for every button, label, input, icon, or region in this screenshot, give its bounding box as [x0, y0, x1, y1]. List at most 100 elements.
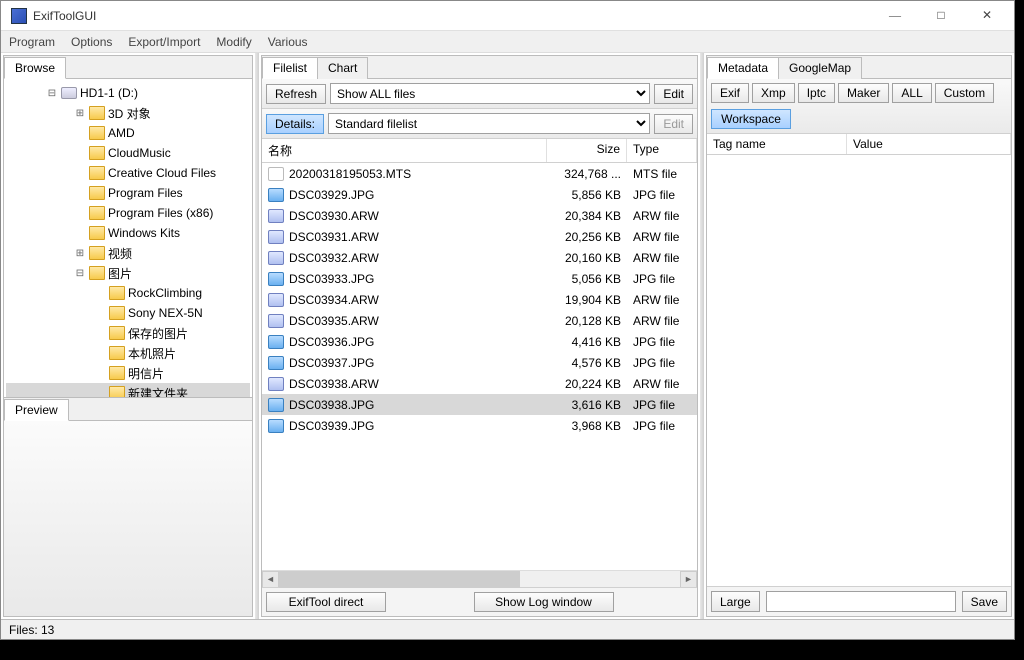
scroll-thumb[interactable] — [279, 571, 520, 588]
file-row[interactable]: DSC03938.JPG3,616 KBJPG file — [262, 394, 697, 415]
file-name: DSC03929.JPG — [287, 188, 547, 202]
minimize-button[interactable]: — — [872, 1, 918, 31]
file-type: ARW file — [627, 293, 697, 307]
tree-item[interactable]: Program Files — [6, 183, 250, 203]
scroll-left-icon[interactable]: ◄ — [262, 571, 279, 588]
file-row[interactable]: DSC03938.ARW20,224 KBARW file — [262, 373, 697, 394]
filelist-panel: Filelist Chart Refresh Show ALL files Ed… — [261, 55, 698, 617]
menu-options[interactable]: Options — [71, 35, 112, 49]
menu-export-import[interactable]: Export/Import — [128, 35, 200, 49]
file-name: DSC03937.JPG — [287, 356, 547, 370]
jpg-file-icon — [268, 398, 284, 412]
file-list[interactable]: 20200318195053.MTS324,768 ...MTS fileDSC… — [262, 163, 697, 570]
file-name: DSC03935.ARW — [287, 314, 547, 328]
xmp-button[interactable]: Xmp — [752, 83, 795, 103]
window-title: ExifToolGUI — [33, 9, 872, 23]
tree-item[interactable]: CloudMusic — [6, 143, 250, 163]
folder-icon — [109, 306, 125, 320]
tree-item[interactable]: ⊟HD1-1 (D:) — [6, 83, 250, 103]
tree-item[interactable]: Program Files (x86) — [6, 203, 250, 223]
refresh-button[interactable]: Refresh — [266, 84, 326, 104]
large-button[interactable]: Large — [711, 591, 760, 612]
metadata-header: Tag name Value — [707, 134, 1011, 155]
col-header-type[interactable]: Type — [627, 139, 697, 162]
edit-filter-button[interactable]: Edit — [654, 84, 693, 104]
folder-icon — [89, 186, 105, 200]
folder-tree[interactable]: ⊟HD1-1 (D:)⊞3D 对象AMDCloudMusicCreative C… — [4, 79, 252, 397]
splitter-right[interactable] — [700, 53, 704, 619]
columns-select[interactable]: Standard filelist — [328, 113, 650, 134]
file-name: DSC03936.JPG — [287, 335, 547, 349]
metadata-list[interactable] — [707, 155, 1011, 586]
menu-program[interactable]: Program — [9, 35, 55, 49]
tab-browse[interactable]: Browse — [4, 57, 66, 79]
col-header-name[interactable]: 名称 — [262, 139, 547, 162]
file-row[interactable]: DSC03931.ARW20,256 KBARW file — [262, 226, 697, 247]
exif-button[interactable]: Exif — [711, 83, 749, 103]
maker-button[interactable]: Maker — [838, 83, 889, 103]
mts-file-icon — [268, 167, 284, 181]
save-button[interactable]: Save — [962, 591, 1007, 612]
folder-icon — [89, 206, 105, 220]
file-row[interactable]: DSC03935.ARW20,128 KBARW file — [262, 310, 697, 331]
tree-item[interactable]: Creative Cloud Files — [6, 163, 250, 183]
drive-icon — [61, 87, 77, 99]
expand-icon[interactable]: ⊟ — [74, 268, 86, 279]
close-button[interactable]: ✕ — [964, 1, 1010, 31]
tree-item[interactable]: Sony NEX-5N — [6, 303, 250, 323]
tab-metadata[interactable]: Metadata — [707, 57, 779, 79]
col-header-tagname[interactable]: Tag name — [707, 134, 847, 154]
file-row[interactable]: DSC03934.ARW19,904 KBARW file — [262, 289, 697, 310]
menubar: Program Options Export/Import Modify Var… — [1, 31, 1014, 53]
scroll-right-icon[interactable]: ► — [680, 571, 697, 588]
maximize-button[interactable]: □ — [918, 1, 964, 31]
file-row[interactable]: DSC03936.JPG4,416 KBJPG file — [262, 331, 697, 352]
custom-button[interactable]: Custom — [935, 83, 994, 103]
tree-item[interactable]: 明信片 — [6, 363, 250, 383]
tab-chart[interactable]: Chart — [317, 57, 368, 79]
horizontal-scrollbar[interactable]: ◄ ► — [262, 570, 697, 587]
tree-item[interactable]: RockClimbing — [6, 283, 250, 303]
arw-file-icon — [268, 230, 284, 244]
file-row[interactable]: DSC03939.JPG3,968 KBJPG file — [262, 415, 697, 436]
all-button[interactable]: ALL — [892, 83, 931, 103]
menu-various[interactable]: Various — [268, 35, 308, 49]
file-row[interactable]: DSC03933.JPG5,056 KBJPG file — [262, 268, 697, 289]
tree-item[interactable]: 新建文件夹 — [6, 383, 250, 397]
browse-panel: Browse ⊟HD1-1 (D:)⊞3D 对象AMDCloudMusicCre… — [3, 55, 253, 617]
tab-preview[interactable]: Preview — [4, 399, 69, 421]
metadata-value-input[interactable] — [766, 591, 956, 612]
tree-item[interactable]: 本机照片 — [6, 343, 250, 363]
tab-filelist[interactable]: Filelist — [262, 57, 318, 79]
file-row[interactable]: DSC03937.JPG4,576 KBJPG file — [262, 352, 697, 373]
expand-icon[interactable]: ⊟ — [46, 88, 58, 99]
expand-icon[interactable]: ⊞ — [74, 108, 86, 119]
file-row[interactable]: 20200318195053.MTS324,768 ...MTS file — [262, 163, 697, 184]
file-row[interactable]: DSC03929.JPG5,856 KBJPG file — [262, 184, 697, 205]
file-row[interactable]: DSC03932.ARW20,160 KBARW file — [262, 247, 697, 268]
menu-modify[interactable]: Modify — [216, 35, 251, 49]
tree-item[interactable]: ⊞视频 — [6, 243, 250, 263]
workspace-button[interactable]: Workspace — [711, 109, 791, 129]
tree-item[interactable]: Windows Kits — [6, 223, 250, 243]
tree-item[interactable]: 保存的图片 — [6, 323, 250, 343]
folder-icon — [89, 146, 105, 160]
arw-file-icon — [268, 377, 284, 391]
details-button[interactable]: Details: — [266, 114, 324, 134]
file-row[interactable]: DSC03930.ARW20,384 KBARW file — [262, 205, 697, 226]
expand-icon[interactable]: ⊞ — [74, 248, 86, 259]
show-log-button[interactable]: Show Log window — [474, 592, 614, 612]
tree-item-label: Program Files (x86) — [108, 206, 213, 220]
file-name: DSC03934.ARW — [287, 293, 547, 307]
tree-item[interactable]: ⊟图片 — [6, 263, 250, 283]
iptc-button[interactable]: Iptc — [798, 83, 835, 103]
col-header-value[interactable]: Value — [847, 134, 1011, 154]
exiftool-direct-button[interactable]: ExifTool direct — [266, 592, 386, 612]
tab-googlemap[interactable]: GoogleMap — [778, 57, 862, 79]
file-type: ARW file — [627, 209, 697, 223]
col-header-size[interactable]: Size — [547, 139, 627, 162]
filter-select[interactable]: Show ALL files — [330, 83, 650, 104]
tree-item[interactable]: AMD — [6, 123, 250, 143]
splitter-left[interactable] — [255, 53, 259, 619]
tree-item[interactable]: ⊞3D 对象 — [6, 103, 250, 123]
